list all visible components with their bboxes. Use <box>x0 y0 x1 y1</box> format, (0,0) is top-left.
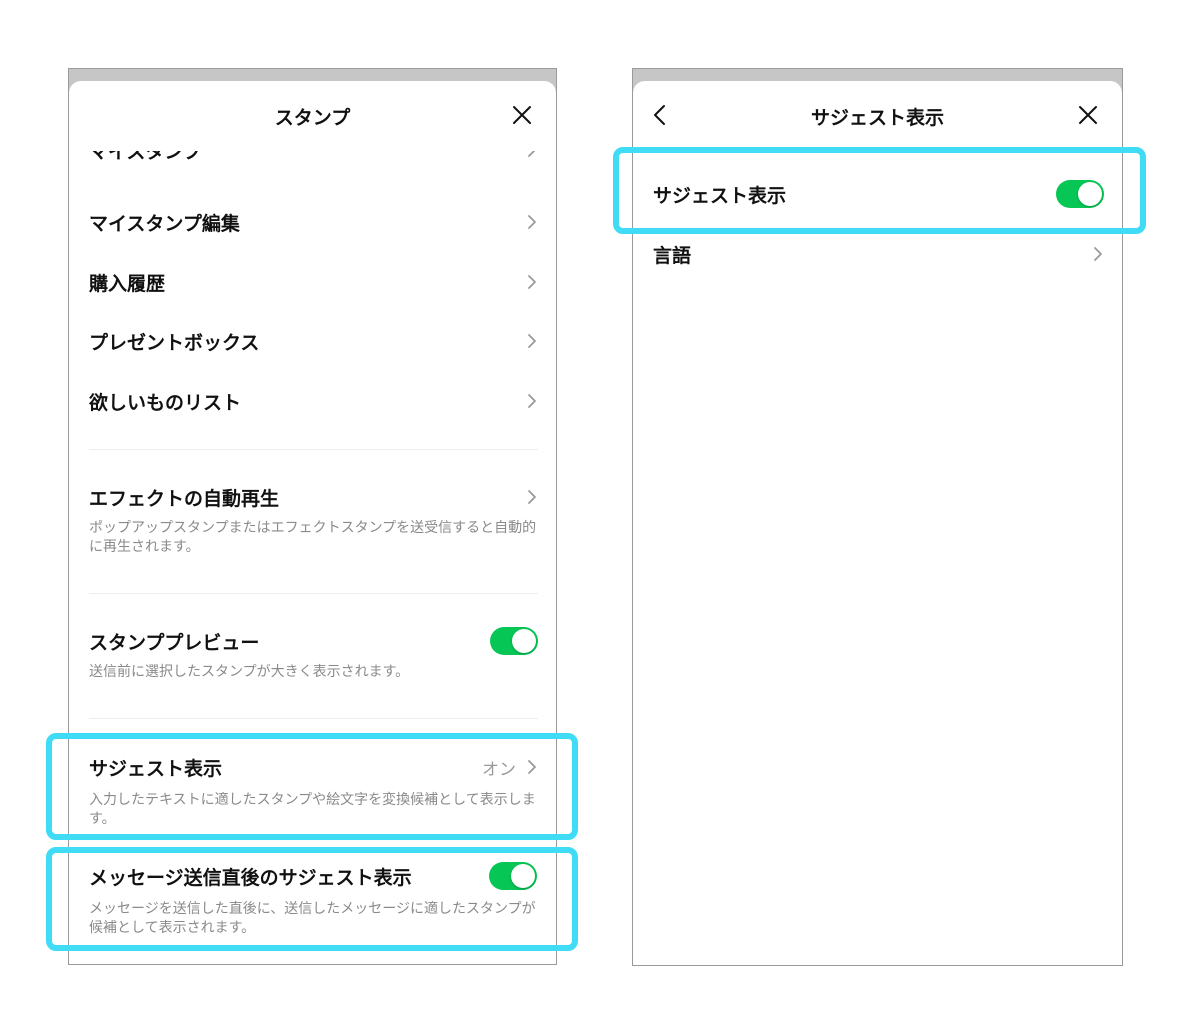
close-icon[interactable] <box>1076 103 1100 127</box>
chevron-right-icon <box>1094 247 1102 261</box>
settings-item-effect-autoplay[interactable]: エフェクトの自動再生 ポップアップスタンプまたはエフェクトスタンプを送受信すると… <box>89 484 538 564</box>
chevron-right-icon <box>528 394 536 408</box>
settings-item-label: プレゼントボックス <box>89 332 260 354</box>
chevron-right-icon <box>528 334 536 348</box>
suggest-after-send-toggle[interactable] <box>489 862 537 890</box>
sticker-preview-toggle[interactable] <box>490 627 538 655</box>
suggest-toggle[interactable] <box>1056 180 1104 208</box>
settings-item-label: エフェクトの自動再生 <box>89 488 280 510</box>
divider <box>89 449 538 450</box>
toggle-knob <box>511 864 535 888</box>
settings-sheet: サジェスト表示 サジェスト表示 言語 <box>633 81 1122 965</box>
chevron-right-icon <box>528 490 536 504</box>
header: スタンプ <box>69 81 556 149</box>
settings-item-description: ポップアップスタンプまたはエフェクトスタンプを送受信すると自動的に再生されます。 <box>89 520 537 555</box>
divider <box>89 593 538 594</box>
settings-item-label: スタンププレビュー <box>89 632 260 654</box>
settings-item-description: メッセージを送信した直後に、送信したメッセージに適したスタンプが候補として表示さ… <box>89 901 536 936</box>
chevron-right-icon <box>528 760 536 774</box>
header: サジェスト表示 <box>633 81 1122 149</box>
settings-item-label: マイスタンプ編集 <box>89 213 240 235</box>
toggle-knob <box>512 629 536 653</box>
suggest-value: オン <box>482 760 516 780</box>
settings-item-label: メッセージ送信直後のサジェスト表示 <box>89 867 412 889</box>
close-icon[interactable] <box>510 103 534 127</box>
chevron-right-icon <box>528 215 536 229</box>
sticker-settings-screen: スタンプ マイスタンプ マイスタンプ編集 購入履歴 プレゼントボックス 欲しいも… <box>68 68 557 965</box>
settings-item-label: 言語 <box>653 245 692 267</box>
settings-item-edit-my-stickers[interactable]: マイスタンプ編集 <box>89 209 538 237</box>
settings-item-suggest-toggle: サジェスト表示 <box>653 180 1104 209</box>
settings-item-description: 送信前に選択したスタンプが大きく表示されます。 <box>89 664 410 680</box>
settings-item-description: 入力したテキストに適したスタンプや絵文字を変換候補として表示します。 <box>89 792 536 827</box>
divider <box>89 718 538 719</box>
settings-item-suggest-after-send: メッセージ送信直後のサジェスト表示 メッセージを送信した直後に、送信したメッセー… <box>89 862 538 941</box>
page-title: サジェスト表示 <box>810 107 944 129</box>
settings-item-present-box[interactable]: プレゼントボックス <box>89 328 538 356</box>
settings-item-label: サジェスト表示 <box>653 185 787 207</box>
suggest-settings-screen: サジェスト表示 サジェスト表示 言語 <box>632 68 1123 966</box>
settings-sheet: スタンプ マイスタンプ マイスタンプ編集 購入履歴 プレゼントボックス 欲しいも… <box>69 81 556 964</box>
page-title: スタンプ <box>274 107 351 129</box>
settings-item-suggest[interactable]: サジェスト表示 オン 入力したテキストに適したスタンプや絵文字を変換候補として表… <box>89 754 538 832</box>
settings-item-wishlist[interactable]: 欲しいものリスト <box>89 388 538 416</box>
chevron-right-icon <box>528 275 536 289</box>
settings-item-label: 購入履歴 <box>89 273 166 295</box>
chevron-right-icon <box>528 151 536 157</box>
settings-item-purchase-history[interactable]: 購入履歴 <box>89 269 538 297</box>
settings-item-label: 欲しいものリスト <box>89 392 242 414</box>
toggle-knob <box>1078 182 1102 206</box>
settings-item-sticker-preview: スタンププレビュー 送信前に選択したスタンプが大きく表示されます。 <box>89 627 538 688</box>
settings-item-my-stickers[interactable]: マイスタンプ <box>89 151 538 165</box>
settings-item-label: サジェスト表示 <box>89 758 223 780</box>
settings-item-language[interactable]: 言語 <box>653 241 1104 269</box>
settings-item-label: マイスタンプ <box>89 151 202 163</box>
